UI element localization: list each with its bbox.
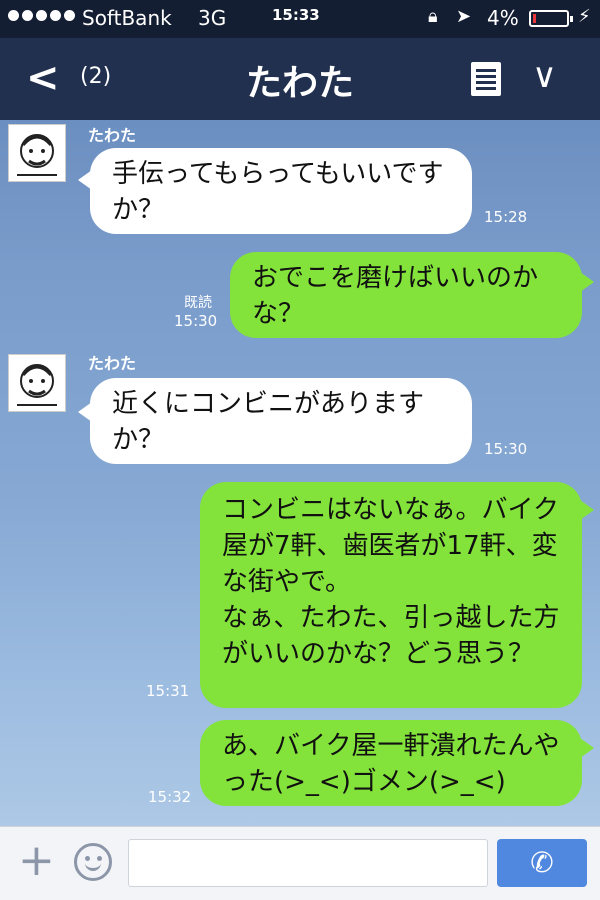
bubble-tail [580,738,594,758]
chat-title: たわた [245,63,354,104]
signal-strength-icon [8,10,75,21]
message-time: 15:28 [484,208,528,226]
orientation-lock-icon: 🔒︎ [428,6,438,27]
location-arrow-icon: ➤ [456,6,472,27]
chat-screen: SoftBank 3G 15:33 🔒︎ ➤ 4% ⚡︎ < (2) たわた ∨ [0,0,600,900]
message-input[interactable] [128,839,488,887]
battery-icon [529,10,573,27]
carrier-name: SoftBank [82,6,172,30]
message-input-bar: + ✆ [0,826,600,900]
message-time: 15:30 [484,440,528,458]
message-bubble-incoming[interactable]: 近くにコンビニがありますか？ [90,378,472,464]
message-list[interactable]: たわた 手伝ってもらってもいいですか？ 15:28 既読 15:30 おでこを磨… [0,120,600,826]
notes-menu-icon[interactable] [471,62,501,96]
battery-percent: 4% [487,6,519,30]
message-bubble-outgoing[interactable]: あ、バイク屋一軒潰れたんやった(>_<)ゴメン(>_<) [200,720,582,806]
read-receipt: 既読 [184,295,212,311]
bubble-tail [580,272,594,292]
call-button[interactable]: ✆ [497,839,587,887]
sender-name: たわた [88,354,137,373]
message-bubble-outgoing[interactable]: おでこを磨けばいいのかな？ [230,252,582,338]
add-attachment-icon[interactable]: + [18,835,55,887]
status-time: 15:33 [272,6,320,24]
message-time: 15:32 [148,788,192,806]
message-bubble-outgoing[interactable]: コンビニはないなぁ。バイク屋が7軒、歯医者が17軒、変な街やで。 なぁ、たわた、… [200,482,582,708]
charging-bolt-icon: ⚡︎ [578,6,591,27]
network-type: 3G [198,6,227,30]
bubble-tail [580,500,594,520]
sender-name: たわた [88,126,137,145]
avatar[interactable] [8,354,66,412]
status-bar: SoftBank 3G 15:33 🔒︎ ➤ 4% ⚡︎ [0,0,600,38]
avatar[interactable] [8,124,66,182]
message-bubble-incoming[interactable]: 手伝ってもらってもいいですか？ [90,148,472,234]
chevron-down-icon[interactable]: ∨ [532,56,557,96]
message-time: 15:30 [174,312,218,330]
message-time: 15:31 [146,682,190,700]
phone-icon: ✆ [530,846,554,879]
sticker-emoji-icon[interactable] [74,843,112,881]
chat-header: < (2) たわた ∨ [0,38,600,120]
